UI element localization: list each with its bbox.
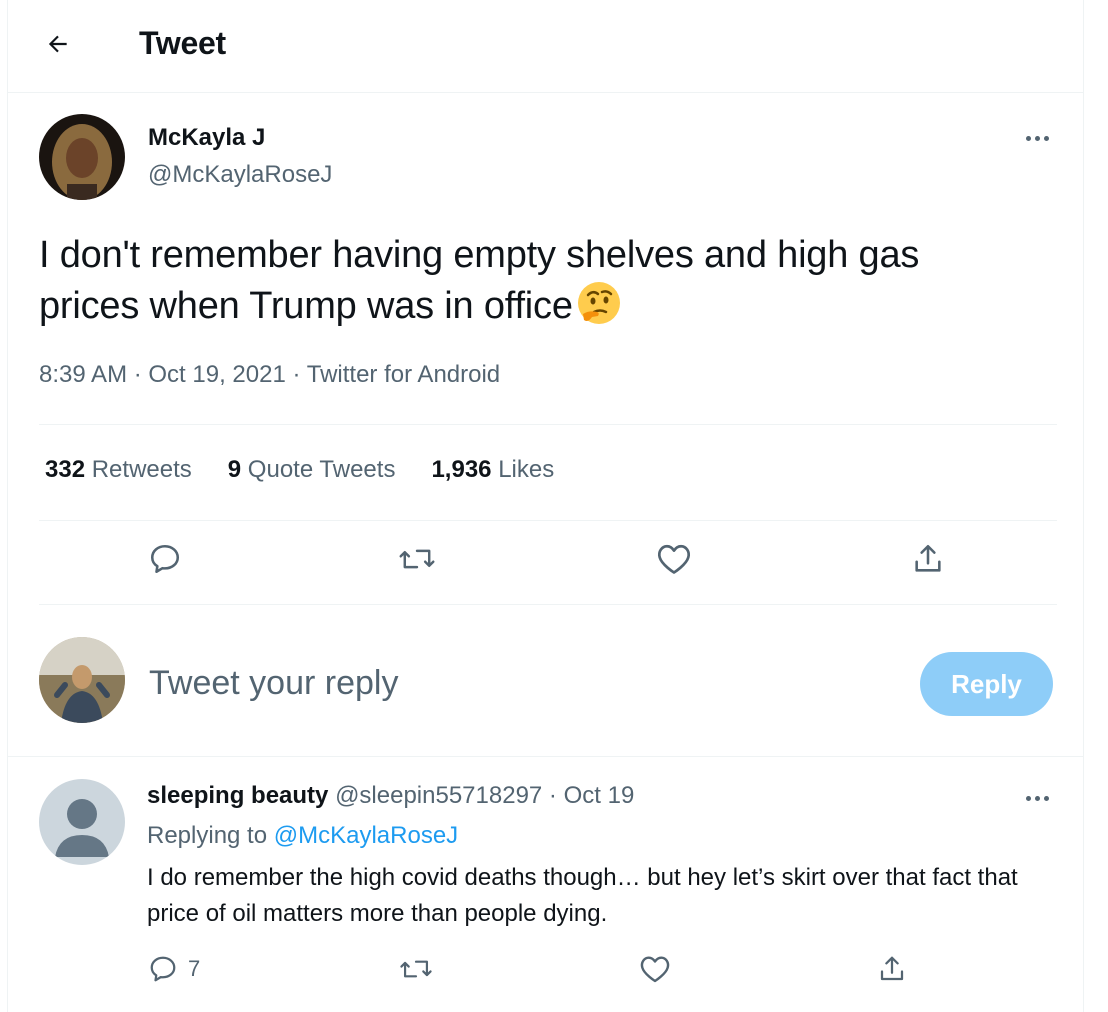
reply-author-handle[interactable]: @sleepin55718297 <box>335 782 542 809</box>
divider <box>39 604 1057 605</box>
quote-tweets-stat[interactable]: 9 Quote Tweets <box>228 456 396 484</box>
reply-count: 7 <box>188 956 201 981</box>
retweet-action[interactable] <box>398 542 436 576</box>
divider <box>39 520 1057 521</box>
thinking-face-icon <box>577 282 620 324</box>
retweets-stat[interactable]: 332 Retweets <box>45 456 192 484</box>
reply-button[interactable]: Reply <box>920 652 1053 716</box>
quote-tweets-count: 9 <box>227 456 242 483</box>
page-header: Tweet <box>8 0 1083 93</box>
retweet-icon <box>400 960 432 978</box>
more-dot-icon <box>1035 796 1040 801</box>
more-dot-icon <box>1026 796 1031 801</box>
retweets-count: 332 <box>45 456 86 483</box>
replying-to-link[interactable]: @McKaylaRoseJ <box>274 822 458 849</box>
reply-date[interactable]: Oct 19 <box>564 782 635 809</box>
reply-reply-action[interactable]: 7 <box>148 954 200 984</box>
comment-icon <box>150 544 180 574</box>
heart-icon <box>640 956 670 983</box>
tweet-action-bar <box>8 538 1083 588</box>
author-handle[interactable]: @McKaylaRoseJ <box>148 161 332 189</box>
likes-stat[interactable]: 1,936 Likes <box>431 456 554 484</box>
author-name[interactable]: McKayla J <box>148 124 265 152</box>
share-action[interactable] <box>911 542 945 576</box>
more-dot-icon <box>1026 136 1031 141</box>
reply-retweet-action[interactable] <box>399 954 433 984</box>
tweet-time[interactable]: 8:39 AM <box>39 361 127 388</box>
quote-tweets-label: Quote Tweets <box>247 456 396 483</box>
author-avatar[interactable] <box>39 114 125 200</box>
reply-header: sleeping beauty @sleepin55718297 · Oct 1… <box>147 782 635 809</box>
more-dot-icon <box>1044 136 1049 141</box>
tweet-text-body: I don't remember having empty shelves an… <box>39 234 920 327</box>
replying-to-prefix: Replying to <box>147 822 268 849</box>
reply-more-options-button[interactable] <box>1026 796 1049 801</box>
share-icon <box>880 956 904 981</box>
divider <box>39 424 1057 425</box>
likes-label: Likes <box>498 456 555 483</box>
reply-text: I do remember the high covid deaths thou… <box>147 864 1018 927</box>
heart-icon <box>657 544 691 574</box>
page-title: Tweet <box>139 25 226 61</box>
reply-author-avatar[interactable] <box>39 779 125 865</box>
tweet-meta: 8:39 AM · Oct 19, 2021 · Twitter for And… <box>39 361 501 388</box>
comment-icon <box>150 956 176 982</box>
back-button[interactable] <box>36 22 80 66</box>
tweet-date[interactable]: Oct 19, 2021 <box>148 361 285 388</box>
tweet-stats: 332 Retweets 9 Quote Tweets 1,936 Likes <box>45 456 554 484</box>
more-options-button[interactable] <box>1026 136 1049 141</box>
reply-action[interactable] <box>148 542 182 576</box>
reply-action-bar: 7 <box>8 950 1083 1000</box>
reply-author-name[interactable]: sleeping beauty <box>147 782 328 809</box>
more-dot-icon <box>1035 136 1040 141</box>
like-action[interactable] <box>656 542 692 576</box>
arrow-left-icon <box>48 35 67 53</box>
replying-to: Replying to @McKaylaRoseJ <box>147 822 458 850</box>
retweet-icon <box>399 549 435 569</box>
current-user-avatar[interactable] <box>39 637 125 723</box>
likes-count: 1,936 <box>431 456 492 483</box>
reply-like-action[interactable] <box>639 954 671 984</box>
section-divider <box>8 756 1083 757</box>
more-dot-icon <box>1044 796 1049 801</box>
reply-input[interactable]: Tweet your reply <box>149 664 398 703</box>
tweet-source[interactable]: Twitter for Android <box>307 361 500 388</box>
tweet-text: I don't remember having empty shelves an… <box>39 230 1029 331</box>
tweet-page: Tweet McKayla J @McKaylaRoseJ I don't re… <box>7 0 1084 1012</box>
reply-share-action[interactable] <box>877 954 907 984</box>
retweets-label: Retweets <box>91 456 192 483</box>
share-icon <box>915 544 941 572</box>
